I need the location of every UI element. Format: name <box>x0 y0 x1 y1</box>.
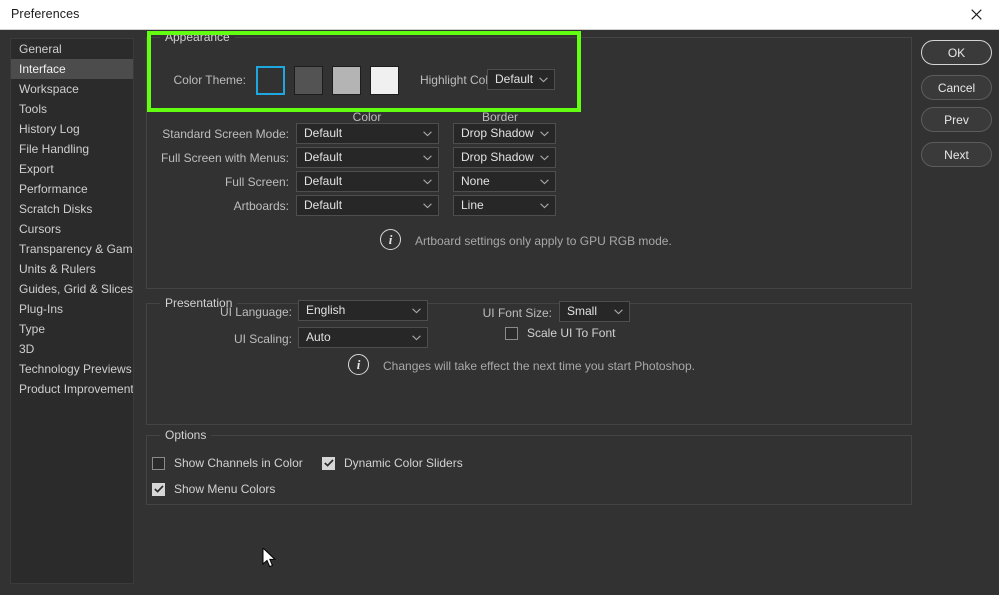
show-menu-colors-label: Show Menu Colors <box>174 482 275 496</box>
show-channels-in-color-row[interactable]: Show Channels in Color <box>152 456 303 470</box>
ui-font-size-dropdown[interactable]: Small <box>559 301 630 322</box>
sidebar-item-scratch-disks[interactable]: Scratch Disks <box>11 199 133 219</box>
full-screen-border-value: None <box>461 174 490 188</box>
swatch-theme-dark[interactable] <box>294 66 323 95</box>
full-screen-label: Full Screen: <box>142 175 289 189</box>
ui-font-size-label: UI Font Size: <box>442 306 552 320</box>
sidebar-item-technology-previews[interactable]: Technology Previews <box>11 359 133 379</box>
show-menu-colors-checkbox[interactable] <box>152 483 165 496</box>
next-button[interactable]: Next <box>921 142 992 167</box>
swatch-theme-darkest[interactable] <box>256 66 285 95</box>
full-screen-with-menus-label: Full Screen with Menus: <box>142 151 289 165</box>
sidebar-item-export[interactable]: Export <box>11 159 133 179</box>
info-icon: i <box>348 354 369 375</box>
highlight-color-value: Default <box>495 72 533 86</box>
title-bar: Preferences <box>0 0 999 30</box>
sidebar-item-file-handling[interactable]: File Handling <box>11 139 133 159</box>
chevron-down-icon <box>412 301 421 320</box>
column-header-color: Color <box>327 110 407 124</box>
sidebar-item-tools[interactable]: Tools <box>11 99 133 119</box>
chevron-down-icon <box>423 124 432 143</box>
restart-note-text: Changes will take effect the next time y… <box>383 359 695 373</box>
full-screen-color-dropdown[interactable]: Default <box>296 171 439 192</box>
window-title: Preferences <box>11 7 80 21</box>
preferences-category-list[interactable]: General Interface Workspace Tools Histor… <box>10 38 134 584</box>
standard-screen-mode-border-dropdown[interactable]: Drop Shadow <box>453 123 556 144</box>
full-screen-with-menus-border-dropdown[interactable]: Drop Shadow <box>453 147 556 168</box>
standard-screen-mode-label: Standard Screen Mode: <box>142 127 289 141</box>
options-legend: Options <box>160 428 211 442</box>
sidebar-item-general[interactable]: General <box>11 39 133 59</box>
sidebar-item-type[interactable]: Type <box>11 319 133 339</box>
chevron-down-icon <box>540 172 549 191</box>
chevron-down-icon <box>614 302 623 321</box>
sidebar-item-interface[interactable]: Interface <box>11 59 133 79</box>
dynamic-color-sliders-row[interactable]: Dynamic Color Sliders <box>322 456 463 470</box>
artboards-label: Artboards: <box>142 199 289 213</box>
standard-screen-mode-border-value: Drop Shadow <box>461 126 534 140</box>
sidebar-item-history-log[interactable]: History Log <box>11 119 133 139</box>
column-header-border: Border <box>460 110 540 124</box>
artboards-color-dropdown[interactable]: Default <box>296 195 439 216</box>
show-channels-in-color-label: Show Channels in Color <box>174 456 303 470</box>
chevron-down-icon <box>423 172 432 191</box>
standard-screen-mode-color-dropdown[interactable]: Default <box>296 123 439 144</box>
artboards-border-dropdown[interactable]: Line <box>453 195 556 216</box>
sidebar-item-product-improvement[interactable]: Product Improvement <box>11 379 133 399</box>
full-screen-border-dropdown[interactable]: None <box>453 171 556 192</box>
ui-scaling-value: Auto <box>306 330 331 344</box>
full-screen-with-menus-border-value: Drop Shadow <box>461 150 534 164</box>
show-channels-in-color-checkbox[interactable] <box>152 457 165 470</box>
sidebar-item-transparency-gamut[interactable]: Transparency & Gamut <box>11 239 133 259</box>
ui-language-label: UI Language: <box>182 305 292 319</box>
artboards-color-value: Default <box>304 198 342 212</box>
artboards-border-value: Line <box>461 198 484 212</box>
sidebar-item-guides-grid-slices[interactable]: Guides, Grid & Slices <box>11 279 133 299</box>
scale-ui-to-font-label: Scale UI To Font <box>527 326 616 340</box>
mouse-cursor <box>262 548 278 570</box>
prev-button[interactable]: Prev <box>921 107 992 132</box>
swatch-theme-light[interactable] <box>332 66 361 95</box>
ui-scaling-dropdown[interactable]: Auto <box>298 327 428 348</box>
color-theme-label: Color Theme: <box>156 73 246 87</box>
info-icon: i <box>380 229 401 250</box>
scale-ui-to-font-row[interactable]: Scale UI To Font <box>505 326 616 340</box>
chevron-down-icon <box>540 196 549 215</box>
ui-language-value: English <box>306 303 345 317</box>
sidebar-item-units-rulers[interactable]: Units & Rulers <box>11 259 133 279</box>
chevron-down-icon <box>423 196 432 215</box>
cancel-button[interactable]: Cancel <box>921 75 992 100</box>
scale-ui-to-font-checkbox[interactable] <box>505 327 518 340</box>
appearance-legend: Appearance <box>160 30 235 44</box>
show-menu-colors-row[interactable]: Show Menu Colors <box>152 482 275 496</box>
highlight-color-label: Highlight Color: <box>392 73 502 87</box>
full-screen-color-value: Default <box>304 174 342 188</box>
ui-scaling-label: UI Scaling: <box>182 332 292 346</box>
highlight-color-dropdown[interactable]: Default <box>487 69 555 90</box>
chevron-down-icon <box>412 328 421 347</box>
sidebar-item-workspace[interactable]: Workspace <box>11 79 133 99</box>
ui-font-size-value: Small <box>567 304 597 318</box>
chevron-down-icon <box>540 124 549 143</box>
full-screen-with-menus-color-dropdown[interactable]: Default <box>296 147 439 168</box>
dynamic-color-sliders-checkbox[interactable] <box>322 457 335 470</box>
artboard-note-text: Artboard settings only apply to GPU RGB … <box>415 234 672 248</box>
sidebar-item-performance[interactable]: Performance <box>11 179 133 199</box>
full-screen-with-menus-color-value: Default <box>304 150 342 164</box>
sidebar-item-3d[interactable]: 3D <box>11 339 133 359</box>
preferences-dialog: Preferences General Interface Workspace … <box>0 0 999 595</box>
close-icon[interactable] <box>953 0 999 28</box>
ok-button[interactable]: OK <box>921 40 992 65</box>
standard-screen-mode-color-value: Default <box>304 126 342 140</box>
preferences-content: Appearance Color Theme: Highlight Color:… <box>142 31 914 584</box>
sidebar-item-cursors[interactable]: Cursors <box>11 219 133 239</box>
chevron-down-icon <box>423 148 432 167</box>
dynamic-color-sliders-label: Dynamic Color Sliders <box>344 456 463 470</box>
ui-language-dropdown[interactable]: English <box>298 300 428 321</box>
chevron-down-icon <box>540 148 549 167</box>
chevron-down-icon <box>539 70 548 89</box>
sidebar-item-plug-ins[interactable]: Plug-Ins <box>11 299 133 319</box>
